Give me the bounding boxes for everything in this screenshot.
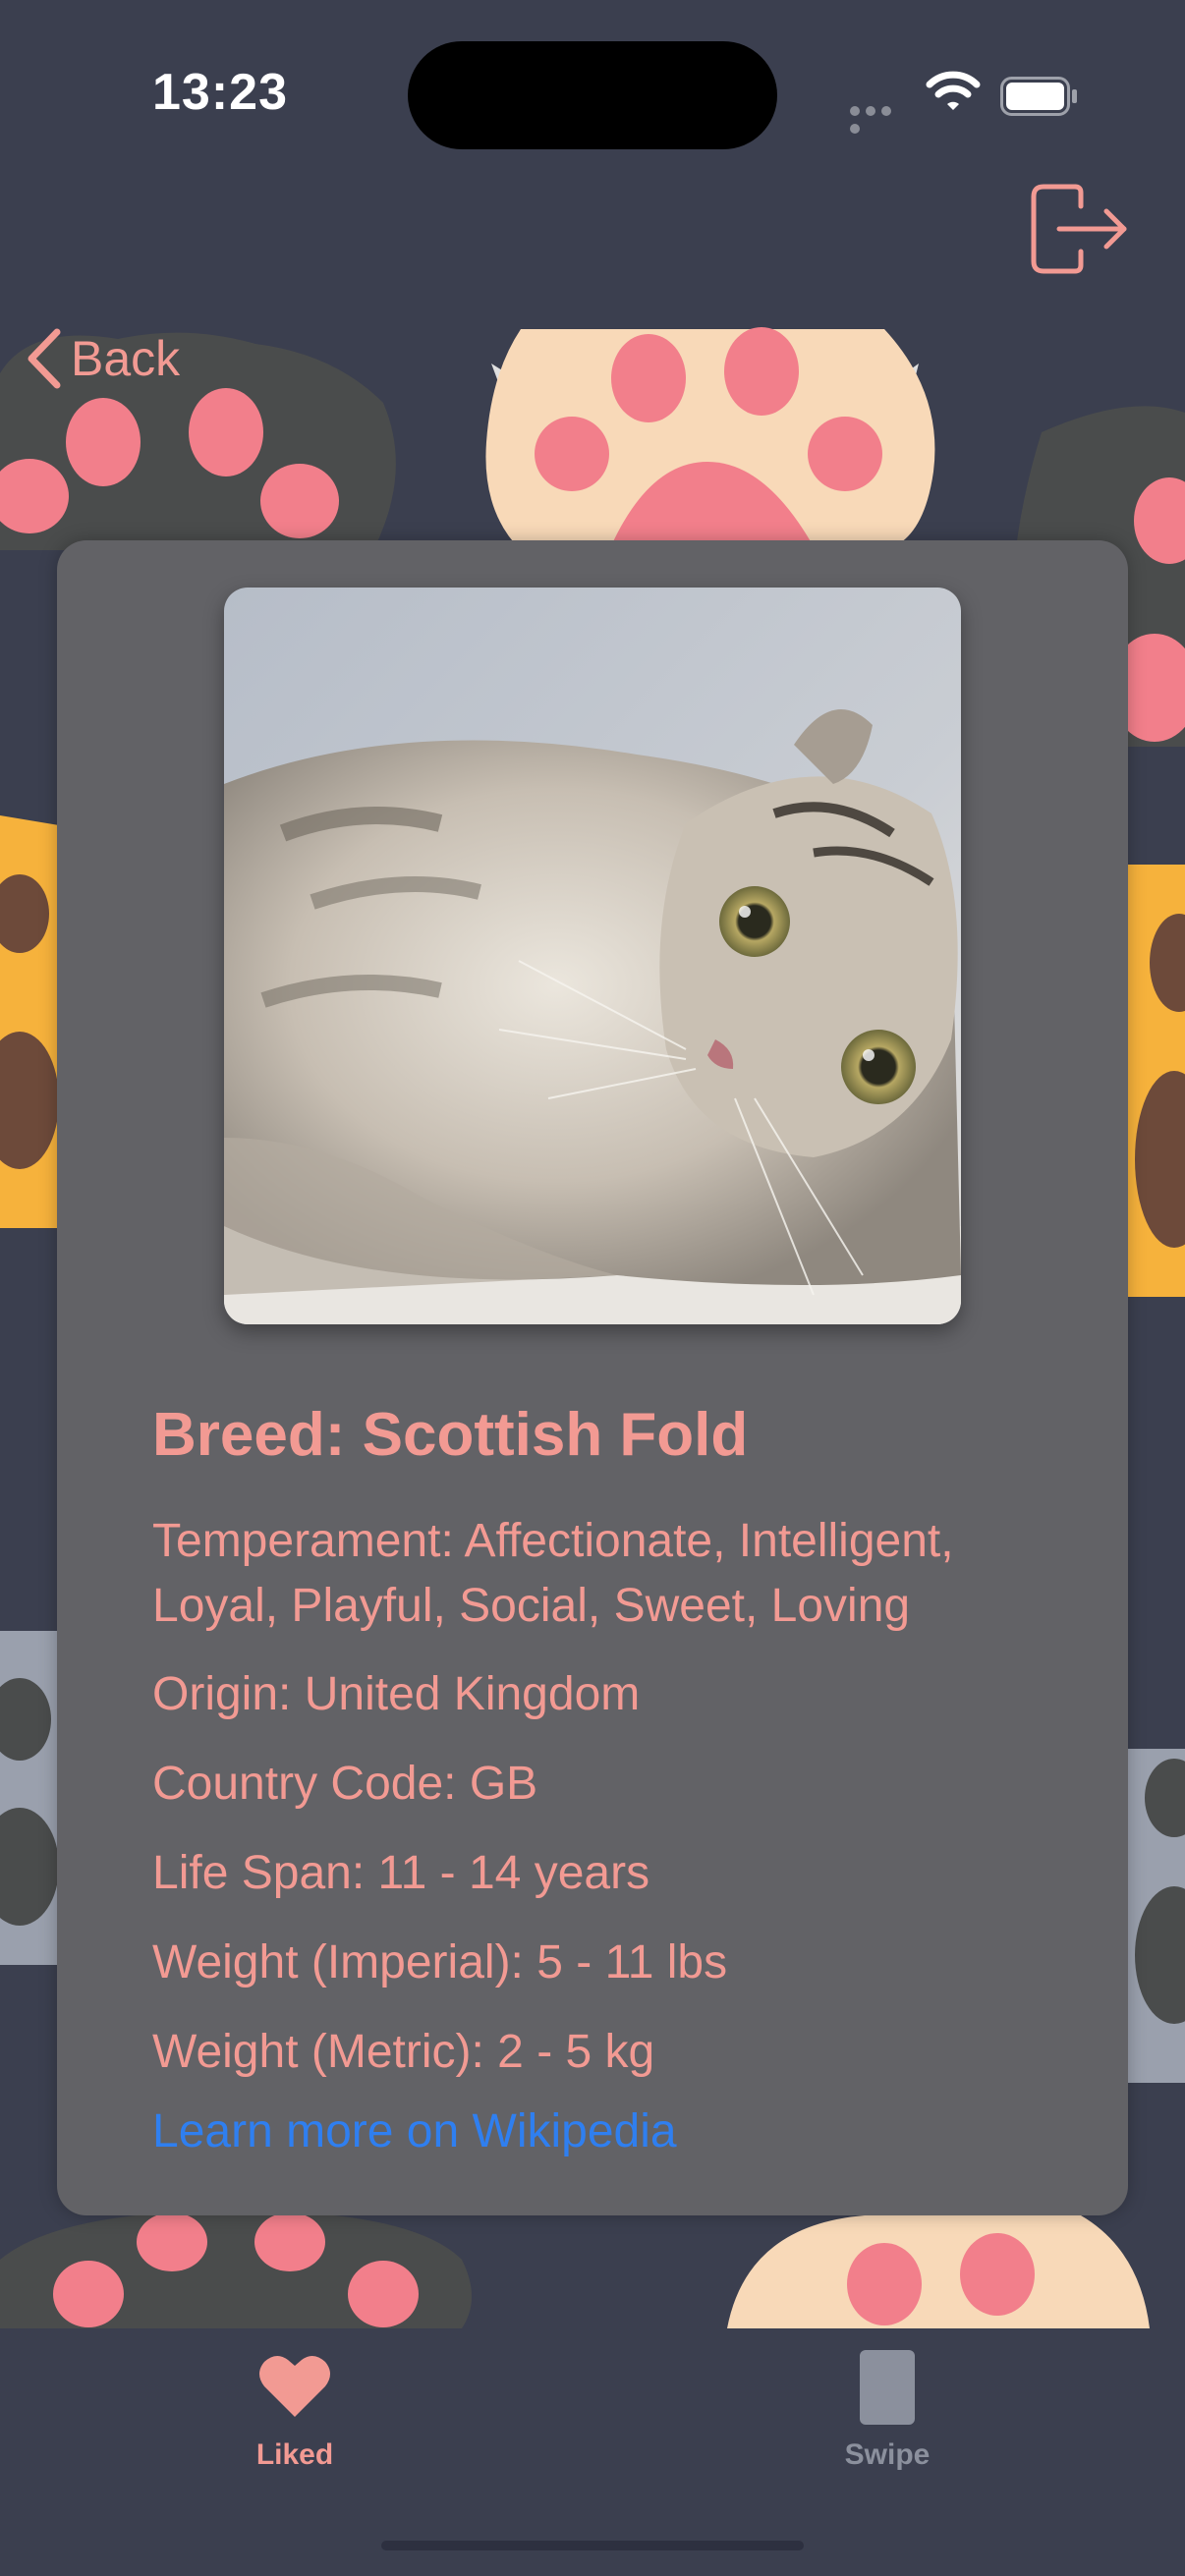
paw-print-icon: [0, 815, 59, 1228]
weight-imperial-text: Weight (Imperial): 5 - 11 lbs: [152, 1936, 728, 1988]
wifi-icon: [926, 71, 981, 110]
status-time: 13:23: [152, 64, 288, 121]
country-code-text: Country Code: GB: [152, 1758, 538, 1810]
paw-print-icon: [1120, 1749, 1185, 2083]
tab-bar: [0, 2330, 1185, 2576]
chevron-left-icon: [28, 328, 61, 389]
tab-liked[interactable]: Liked: [197, 2338, 393, 2486]
origin-text: Origin: United Kingdom: [152, 1668, 641, 1720]
dynamic-island: [408, 41, 777, 149]
card-icon: [860, 2350, 915, 2425]
breed-title: Breed: Scottish Fold: [152, 1401, 749, 1469]
paw-print-icon: [1120, 865, 1185, 1297]
wikipedia-link[interactable]: Learn more on Wikipedia: [152, 2104, 677, 2158]
paw-print-icon: [485, 327, 935, 550]
cellular-signal-icon: [850, 103, 909, 134]
weight-metric-text: Weight (Metric): 2 - 5 kg: [152, 2026, 655, 2078]
heart-icon: [259, 2355, 330, 2417]
temperament-line-2: Loyal, Playful, Social, Sweet, Loving: [152, 1580, 911, 1632]
home-indicator[interactable]: [381, 2541, 804, 2550]
back-label: Back: [71, 331, 181, 386]
tab-swipe-label: Swipe: [844, 2438, 931, 2471]
logout-icon[interactable]: [1030, 183, 1130, 275]
paw-print-icon: [0, 2211, 472, 2328]
life-span-text: Life Span: 11 - 14 years: [152, 1847, 650, 1899]
paw-print-icon: [0, 1631, 59, 1965]
tab-swipe[interactable]: Swipe: [789, 2338, 986, 2486]
tab-liked-label: Liked: [255, 2438, 334, 2471]
cat-photo: [224, 588, 961, 1324]
battery-icon: [1000, 77, 1077, 116]
back-button[interactable]: Back: [24, 324, 180, 393]
paw-print-icon: [727, 2215, 1150, 2328]
temperament-line-1: Temperament: Affectionate, Intelligent,: [152, 1515, 954, 1567]
